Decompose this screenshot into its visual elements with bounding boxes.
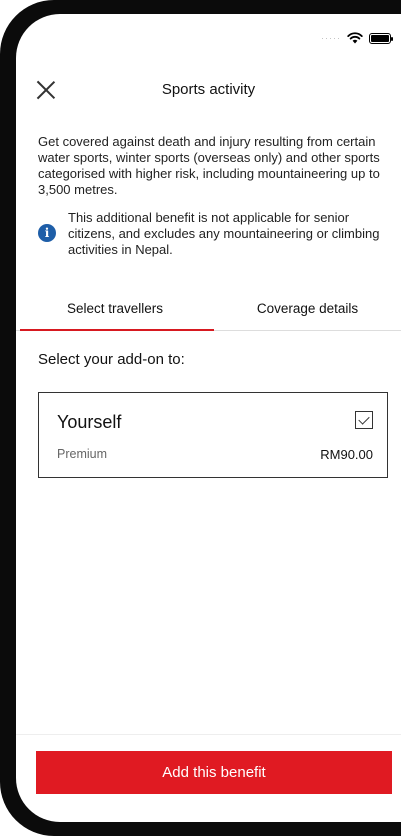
traveller-name: Yourself xyxy=(57,412,122,432)
battery-icon xyxy=(369,32,393,44)
tab-select-travellers[interactable]: Select travellers xyxy=(16,288,214,330)
add-benefit-button[interactable]: Add this benefit xyxy=(36,751,392,794)
addon-prompt: Select your add-on to: xyxy=(38,351,185,368)
notice-text: This additional benefit is not applicabl… xyxy=(68,210,380,257)
device-frame: ····· Sports activity Get covered agains… xyxy=(0,0,401,836)
info-icon: i xyxy=(38,224,56,242)
traveller-checkbox[interactable] xyxy=(355,411,373,429)
tab-coverage-details[interactable]: Coverage details xyxy=(214,288,401,330)
active-tab-indicator xyxy=(20,329,214,331)
app-screen: ····· Sports activity Get covered agains… xyxy=(16,14,401,822)
status-bar: ····· xyxy=(321,30,393,46)
signal-icon: ····· xyxy=(321,33,341,43)
premium-label: Premium xyxy=(57,447,108,461)
premium-value: RM90.00 xyxy=(320,447,373,462)
traveller-card[interactable]: Yourself Premium RM90.00 xyxy=(38,392,388,478)
header: Sports activity xyxy=(16,72,401,108)
benefit-description: Get covered against death and injury res… xyxy=(38,134,380,197)
footer-divider xyxy=(16,734,401,735)
info-notice: i This additional benefit is not applica… xyxy=(38,210,389,258)
tab-bar: Select travellers Coverage details xyxy=(16,288,401,331)
wifi-icon xyxy=(347,32,363,44)
page-title: Sports activity xyxy=(161,81,256,98)
